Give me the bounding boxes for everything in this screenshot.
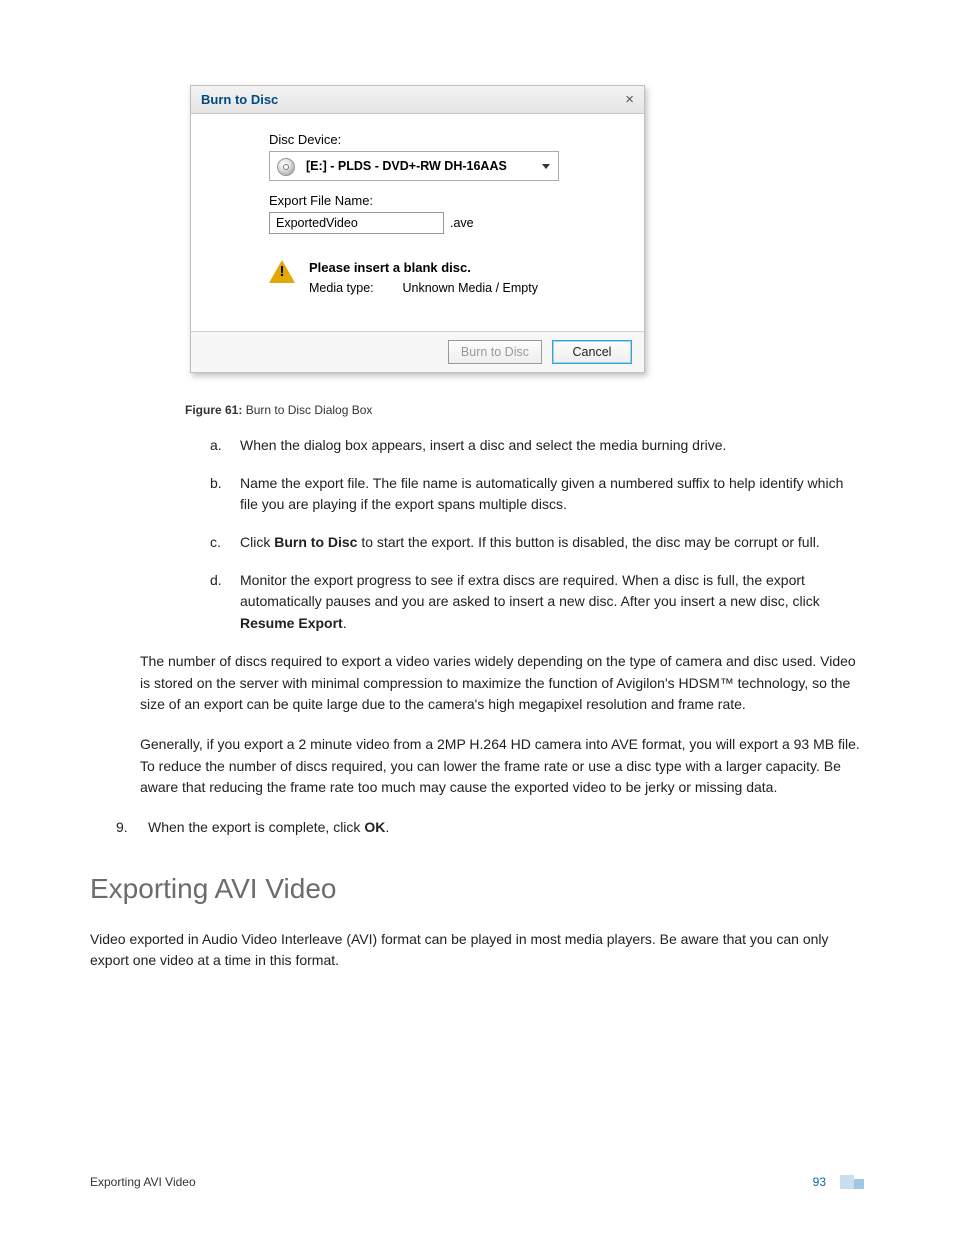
substep-c-text: Click Burn to Disc to start the export. …: [240, 532, 820, 554]
footer-section-title: Exporting AVI Video: [90, 1175, 196, 1189]
figure-caption: Figure 61: Burn to Disc Dialog Box: [185, 403, 864, 417]
paragraph-1: The number of discs required to export a…: [140, 651, 864, 716]
dialog-titlebar: Burn to Disc ×: [191, 86, 644, 114]
step-9-marker: 9.: [116, 817, 136, 839]
numbered-step-9: 9. When the export is complete, click OK…: [116, 817, 864, 839]
dialog-body: Disc Device: [E:] - PLDS - DVD+-RW DH-16…: [191, 114, 644, 331]
paragraph-2: Generally, if you export a 2 minute vide…: [140, 734, 864, 799]
dialog-footer: Burn to Disc Cancel: [191, 331, 644, 372]
page-footer: Exporting AVI Video 93: [90, 1175, 864, 1189]
section-intro: Video exported in Audio Video Interleave…: [90, 929, 864, 972]
close-icon[interactable]: ×: [625, 91, 634, 108]
warning-line1: Please insert a blank disc.: [309, 260, 538, 275]
substep-d: d. Monitor the export progress to see if…: [210, 570, 854, 635]
export-file-input[interactable]: [269, 212, 444, 234]
substep-c: c. Click Burn to Disc to start the expor…: [210, 532, 854, 554]
substep-b: b. Name the export file. The file name i…: [210, 473, 854, 516]
section-heading: Exporting AVI Video: [90, 873, 864, 905]
export-file-extension: .ave: [450, 216, 474, 230]
media-type-label: Media type:: [309, 281, 399, 295]
figure-caption-label: Figure 61:: [185, 403, 242, 417]
warning-icon: [269, 260, 295, 283]
footer-decoration-icon: [834, 1175, 864, 1189]
step-9: 9. When the export is complete, click OK…: [116, 817, 864, 839]
page-number: 93: [813, 1175, 826, 1189]
chevron-down-icon: [542, 164, 550, 169]
dialog-title: Burn to Disc: [201, 92, 278, 107]
disc-device-dropdown[interactable]: [E:] - PLDS - DVD+-RW DH-16AAS: [269, 151, 559, 181]
substep-a-text: When the dialog box appears, insert a di…: [240, 435, 726, 457]
substep-b-text: Name the export file. The file name is a…: [240, 473, 854, 516]
step-9-text: When the export is complete, click OK.: [148, 817, 389, 839]
disc-device-value: [E:] - PLDS - DVD+-RW DH-16AAS: [306, 159, 534, 173]
disc-device-label: Disc Device:: [269, 132, 604, 147]
substep-list: a. When the dialog box appears, insert a…: [210, 435, 854, 635]
figure-caption-text: Burn to Disc Dialog Box: [242, 403, 372, 417]
disc-icon: [274, 156, 298, 176]
export-file-label: Export File Name:: [269, 193, 604, 208]
burn-to-disc-dialog: Burn to Disc × Disc Device: [E:] - PLDS …: [190, 85, 645, 373]
warning-text: Please insert a blank disc. Media type: …: [309, 260, 538, 295]
substep-a: a. When the dialog box appears, insert a…: [210, 435, 854, 457]
burn-to-disc-button[interactable]: Burn to Disc: [448, 340, 542, 364]
substep-d-text: Monitor the export progress to see if ex…: [240, 570, 854, 635]
media-type-value: Unknown Media / Empty: [402, 281, 537, 295]
cancel-button[interactable]: Cancel: [552, 340, 632, 364]
